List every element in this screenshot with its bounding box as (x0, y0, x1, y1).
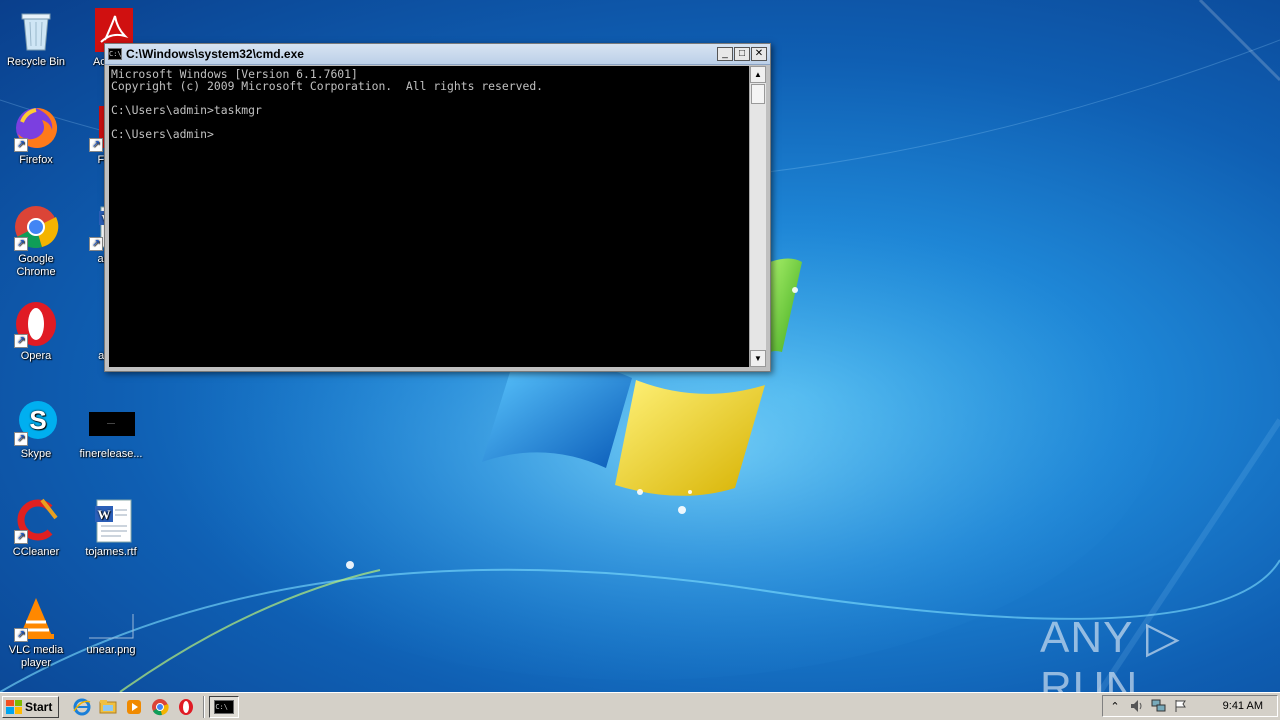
shortcut-arrow-icon: ↗ (14, 530, 28, 544)
shortcut-arrow-icon: ↗ (89, 237, 103, 251)
svg-text:S: S (29, 405, 46, 435)
desktop-icon-firefox[interactable]: ↗ Firefox (0, 104, 72, 167)
cmd-icon: C:\ (214, 699, 235, 714)
shortcut-arrow-icon: ↗ (89, 138, 103, 152)
vertical-scrollbar[interactable]: ▲ ▼ (749, 66, 766, 367)
desktop-icon-label: Skype (20, 448, 52, 460)
console-output[interactable]: Microsoft Windows [Version 6.1.7601] Copy… (109, 66, 749, 367)
taskbar-clock[interactable]: 9:41 AM (1223, 700, 1263, 712)
cmd-window[interactable]: C:\ C:\Windows\system32\cmd.exe _ □ ✕ Mi… (104, 43, 771, 372)
console-line: C:\Users\admin>taskmgr (111, 103, 262, 117)
firefox-icon: ↗ (12, 104, 60, 152)
desktop-icon-label: Firefox (19, 154, 53, 166)
desktop-icon-label: tojames.rtf (85, 546, 137, 558)
maximize-button[interactable]: □ (734, 47, 750, 61)
skype-icon: S ↗ (12, 398, 60, 446)
start-button[interactable]: Start (2, 695, 60, 718)
desktop-icon-skype[interactable]: S ↗ Skype (0, 398, 72, 461)
desktop-icon-finerelease[interactable]: finerelease... (75, 398, 147, 461)
desktop-icon-google-chrome[interactable]: ↗ Google Chrome (0, 203, 72, 279)
console-prompt-line: C:\Users\admin> (111, 127, 214, 141)
chrome-icon[interactable] (147, 696, 173, 718)
desktop-icon-label: unear.png (86, 644, 136, 656)
taskbar-separator (203, 695, 206, 718)
image-file-icon (87, 594, 135, 642)
volume-icon[interactable] (1129, 698, 1145, 714)
opera-icon: ↗ (12, 300, 60, 348)
desktop-icon-label: Opera (20, 350, 52, 362)
close-button[interactable]: ✕ (751, 47, 767, 61)
svg-text:W: W (98, 507, 111, 522)
desktop-icon-label: Recycle Bin (6, 56, 66, 68)
quick-launch (69, 696, 199, 718)
vlc-icon: ↗ (12, 594, 60, 642)
shortcut-arrow-icon: ↗ (14, 334, 28, 348)
taskbar: Start C:\ ⌃ 9:41 AM (0, 692, 1280, 720)
chrome-icon: ↗ (12, 203, 60, 251)
cmd-title-bar[interactable]: C:\ C:\Windows\system32\cmd.exe _ □ ✕ (105, 44, 770, 65)
minimize-button[interactable]: _ (717, 47, 733, 61)
action-center-flag-icon[interactable] (1173, 698, 1189, 714)
start-label: Start (25, 699, 53, 714)
recycle-bin-icon (12, 6, 60, 54)
scroll-thumb[interactable] (751, 84, 765, 104)
shortcut-arrow-icon: ↗ (14, 138, 28, 152)
desktop-icon-opera[interactable]: ↗ Opera (0, 300, 72, 363)
opera-icon[interactable] (173, 696, 199, 718)
desktop-icon-label: Google Chrome (16, 253, 56, 278)
cmd-window-title: C:\Windows\system32\cmd.exe (126, 47, 304, 61)
desktop-icon-unear-png[interactable]: unear.png (75, 594, 147, 657)
desktop-icon-ccleaner[interactable]: ↗ CCleaner (0, 496, 72, 559)
shortcut-arrow-icon: ↗ (14, 628, 28, 642)
scroll-down-arrow-icon[interactable]: ▼ (750, 350, 766, 367)
black-image-icon (87, 398, 135, 446)
desktop-icon-recycle-bin[interactable]: Recycle Bin (0, 6, 72, 69)
desktop-icon-label: VLC media player (8, 644, 64, 669)
scroll-up-arrow-icon[interactable]: ▲ (750, 66, 766, 83)
desktop-icon-vlc[interactable]: ↗ VLC media player (0, 594, 72, 670)
taskbar-task-cmd[interactable]: C:\ (209, 695, 240, 718)
show-hidden-icon[interactable]: ⌃ (1107, 698, 1123, 714)
cmd-app-icon[interactable]: C:\ (108, 48, 122, 60)
desktop-icon-label: finerelease... (79, 448, 143, 460)
shortcut-arrow-icon: ↗ (14, 237, 28, 251)
ccleaner-icon: ↗ (12, 496, 60, 544)
shortcut-arrow-icon: ↗ (14, 432, 28, 446)
explorer-icon[interactable] (95, 696, 121, 718)
system-tray: ⌃ 9:41 AM (1102, 695, 1278, 717)
media-player-icon[interactable] (121, 696, 147, 718)
windows-logo-icon (6, 699, 22, 714)
console-line: Copyright (c) 2009 Microsoft Corporation… (111, 79, 544, 93)
desktop-icon-tojames-rtf[interactable]: W tojames.rtf (75, 496, 147, 559)
desktop-icon-label: CCleaner (12, 546, 60, 558)
network-icon[interactable] (1151, 698, 1167, 714)
word-doc-icon: W (87, 496, 135, 544)
ie-icon[interactable] (69, 696, 95, 718)
